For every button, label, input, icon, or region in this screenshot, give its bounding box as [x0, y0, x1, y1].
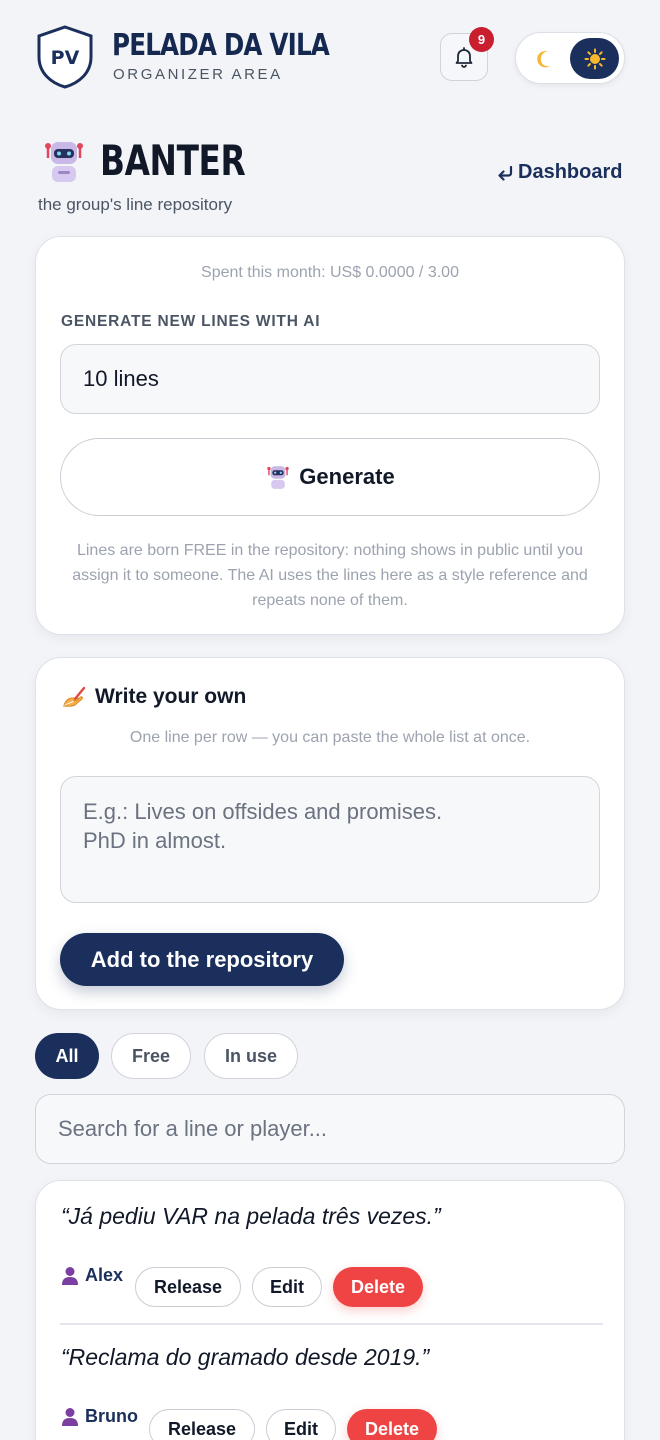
spent-this-month: Spent this month: US$ 0.0000 / 3.00 — [201, 264, 459, 281]
sun-icon — [584, 48, 605, 69]
player-name: Alex — [85, 1265, 124, 1285]
person-icon — [62, 1266, 78, 1285]
generate-button[interactable]: Generate — [60, 438, 600, 516]
filter-all[interactable]: All — [35, 1033, 99, 1079]
line-text: “Reclama do gramado desde 2019.” — [61, 1344, 430, 1370]
write-own-title: Write your own — [61, 685, 246, 709]
page-subtitle: the group's line repository — [38, 195, 233, 214]
line-count-value: 10 lines — [83, 366, 159, 391]
generate-note: Lines are born FREE in the repository: n… — [72, 542, 588, 609]
write-own-hint: One line per row — you can paste the who… — [129, 729, 531, 746]
robot-icon — [267, 466, 290, 489]
dashboard-link-label[interactable]: Dashboard — [518, 161, 622, 184]
player-name: Bruno — [85, 1406, 138, 1426]
release-button[interactable]: Release — [135, 1267, 241, 1307]
writing-hand-icon — [62, 686, 86, 707]
line-text: “Já pediu VAR na pelada três vezes.” — [61, 1203, 441, 1229]
release-button[interactable]: Release — [149, 1409, 255, 1440]
edit-button[interactable]: Edit — [266, 1409, 336, 1440]
page-title: BANTER — [100, 136, 246, 185]
filter-in-use[interactable]: In use — [204, 1033, 298, 1079]
edit-button[interactable]: Edit — [252, 1267, 322, 1307]
search-input[interactable]: Search for a line or player... — [35, 1094, 625, 1164]
brand-title: PELADA DA VILA — [112, 28, 330, 63]
robot-icon — [42, 138, 86, 184]
search-placeholder: Search for a line or player... — [58, 1116, 328, 1141]
notification-badge: 9 — [469, 27, 494, 52]
generate-section-label: GENERATE NEW LINES WITH AI — [61, 313, 321, 330]
dashboard-link[interactable]: Dashboard — [496, 161, 622, 184]
logo-initials: PV — [51, 47, 80, 69]
generate-button-label: Generate — [299, 464, 395, 489]
divider — [60, 1323, 603, 1325]
player-tag[interactable]: Alex — [61, 1265, 123, 1286]
moon-icon[interactable] — [534, 48, 556, 70]
brand-subtitle: ORGANIZER AREA — [113, 66, 283, 83]
logo-shield: PV — [36, 25, 94, 89]
person-icon — [62, 1407, 78, 1426]
delete-button[interactable]: Delete — [347, 1409, 437, 1440]
add-to-repository-button[interactable]: Add to the repository — [60, 933, 344, 986]
filter-free[interactable]: Free — [111, 1033, 191, 1079]
player-tag[interactable]: Bruno — [61, 1406, 138, 1427]
delete-button[interactable]: Delete — [333, 1267, 423, 1307]
own-lines-textarea[interactable]: E.g.: Lives on offsides and promises. Ph… — [60, 776, 600, 903]
return-arrow-icon — [498, 165, 513, 181]
write-own-title-text: Write your own — [95, 685, 247, 708]
line-count-select[interactable]: 10 lines — [60, 344, 600, 414]
sun-toggle-knob[interactable] — [570, 38, 619, 79]
